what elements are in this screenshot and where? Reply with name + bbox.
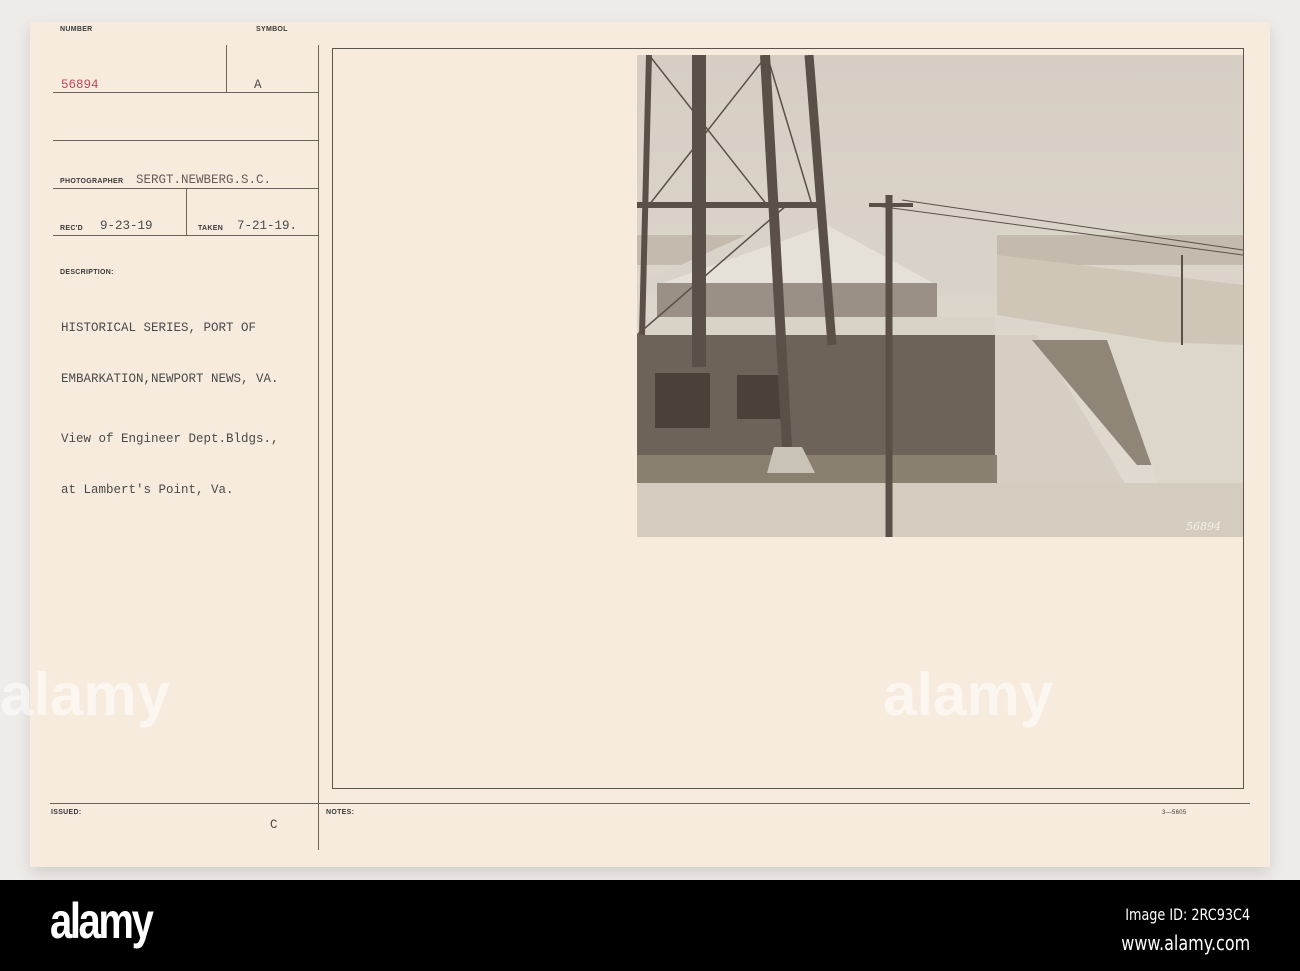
description-text: HISTORICAL SERIES, PORT OF EMBARKATION,N… — [61, 286, 279, 405]
photo-scene — [637, 55, 1243, 537]
divider — [50, 803, 1250, 804]
divider — [186, 188, 187, 235]
number-value: 56894 — [61, 78, 99, 92]
image-id: Image ID: 2RC93C4 — [1125, 905, 1250, 924]
photographer-value: SERGT.NEWBERG.S.C. — [136, 173, 272, 187]
divider — [53, 140, 318, 141]
description-label: DESCRIPTION: — [60, 269, 114, 276]
description-line: EMBARKATION,NEWPORT NEWS, VA. — [61, 372, 279, 386]
website-link[interactable]: www.alamy.com — [1121, 931, 1250, 955]
symbol-label: SYMBOL — [256, 26, 288, 33]
taken-label: TAKEN — [198, 225, 224, 232]
caption-line: View of Engineer Dept.Bldgs., — [61, 432, 279, 446]
divider — [226, 45, 227, 92]
photographer-label: PHOTOGRAPHER — [60, 178, 124, 185]
photo-negative-number: 56894 — [1186, 520, 1221, 533]
recd-value: 9-23-19 — [100, 219, 153, 233]
alamy-logo: alamy — [50, 893, 154, 949]
recd-label: REC'D — [60, 225, 83, 232]
watermark: alamy — [0, 661, 171, 728]
issued-mark: C — [270, 818, 278, 832]
divider — [318, 45, 319, 850]
footer-band — [0, 880, 1300, 971]
number-label: NUMBER — [60, 26, 93, 33]
description-line: HISTORICAL SERIES, PORT OF — [61, 321, 257, 335]
issued-label: ISSUED: — [51, 809, 82, 816]
symbol-value: A — [254, 78, 262, 92]
divider — [53, 92, 318, 93]
divider — [53, 235, 318, 236]
taken-value: 7-21-19. — [237, 219, 298, 233]
caption-text: View of Engineer Dept.Bldgs., at Lambert… — [61, 397, 279, 516]
notes-label: NOTES: — [326, 809, 355, 816]
form-number: 3—5605 — [1162, 810, 1187, 816]
photograph: 56894 — [637, 55, 1243, 537]
watermark: alamy — [883, 661, 1054, 728]
caption-line: at Lambert's Point, Va. — [61, 483, 234, 497]
